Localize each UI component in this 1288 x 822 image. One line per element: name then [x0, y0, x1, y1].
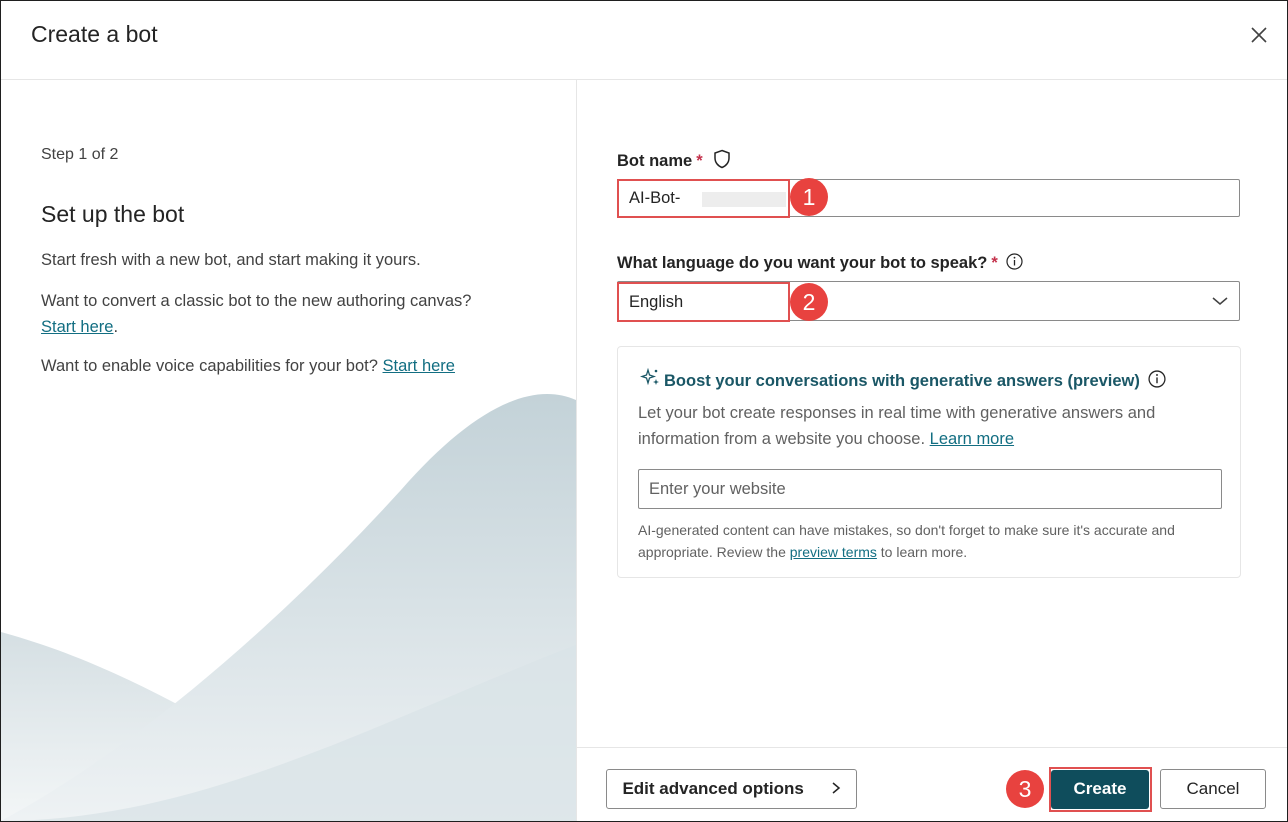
step-badge-2: 2 — [790, 283, 828, 321]
right-panel: Bot name * AI-Bot- 1 What language do you… — [577, 80, 1287, 821]
voice-text: Want to enable voice capabilities for yo… — [41, 357, 378, 375]
convert-start-link[interactable]: Start here — [41, 318, 113, 336]
website-input[interactable] — [638, 469, 1222, 509]
shield-icon — [713, 149, 731, 174]
chevron-down-icon — [1211, 294, 1229, 313]
dialog-header: Create a bot — [1, 1, 1287, 80]
sparkle-icon — [639, 367, 662, 394]
ai-disclaimer: AI-generated content can have mistakes, … — [638, 519, 1228, 563]
intro-text: Start fresh with a new bot, and start ma… — [41, 251, 421, 269]
voice-start-link[interactable]: Start here — [383, 357, 455, 375]
voice-paragraph: Want to enable voice capabilities for yo… — [41, 353, 541, 379]
convert-paragraph: Want to convert a classic bot to the new… — [41, 288, 541, 340]
highlight-box-2 — [617, 282, 790, 322]
left-panel: Step 1 of 2 Set up the bot Start fresh w… — [1, 80, 577, 821]
step-indicator: Step 1 of 2 — [41, 146, 119, 163]
dialog-footer: Edit advanced options 3 Create Cancel — [577, 747, 1287, 821]
step-badge-1: 1 — [790, 178, 828, 216]
generative-answers-card: Boost your conversations with generative… — [617, 346, 1241, 578]
required-mark: * — [696, 152, 703, 170]
language-label-text: What language do you want your bot to sp… — [617, 254, 988, 272]
required-mark: * — [991, 254, 998, 272]
dialog-title: Create a bot — [31, 21, 158, 47]
language-label: What language do you want your bot to sp… — [617, 253, 1023, 275]
edit-advanced-options-button[interactable]: Edit advanced options — [606, 769, 857, 809]
generative-desc: Let your bot create responses in real ti… — [638, 400, 1218, 452]
bot-name-label: Bot name * — [617, 149, 731, 174]
wave-illustration — [1, 394, 576, 821]
preview-terms-link[interactable]: preview terms — [790, 544, 877, 560]
cancel-button[interactable]: Cancel — [1160, 769, 1266, 809]
learn-more-link[interactable]: Learn more — [930, 430, 1014, 448]
bot-name-label-text: Bot name — [617, 152, 693, 170]
info-icon — [1148, 370, 1166, 393]
highlight-box-1 — [617, 179, 790, 218]
setup-heading: Set up the bot — [41, 201, 185, 227]
step-badge-3: 3 — [1006, 770, 1044, 808]
convert-suffix: . — [113, 318, 119, 336]
chevron-right-icon — [831, 771, 841, 809]
ai-disclaimer-suffix: to learn more. — [880, 544, 968, 560]
generative-title: Boost your conversations with generative… — [664, 372, 1140, 390]
generative-desc-text: Let your bot create responses in real ti… — [638, 404, 1156, 448]
create-bot-dialog: Create a bot Step 1 of 2 Set up the bot — [0, 0, 1288, 822]
info-icon — [1006, 253, 1023, 275]
convert-text: Want to convert a classic bot to the new… — [41, 292, 472, 310]
close-icon[interactable] — [1247, 23, 1271, 47]
advanced-label: Edit advanced options — [622, 779, 804, 798]
create-button[interactable]: Create — [1051, 770, 1149, 809]
